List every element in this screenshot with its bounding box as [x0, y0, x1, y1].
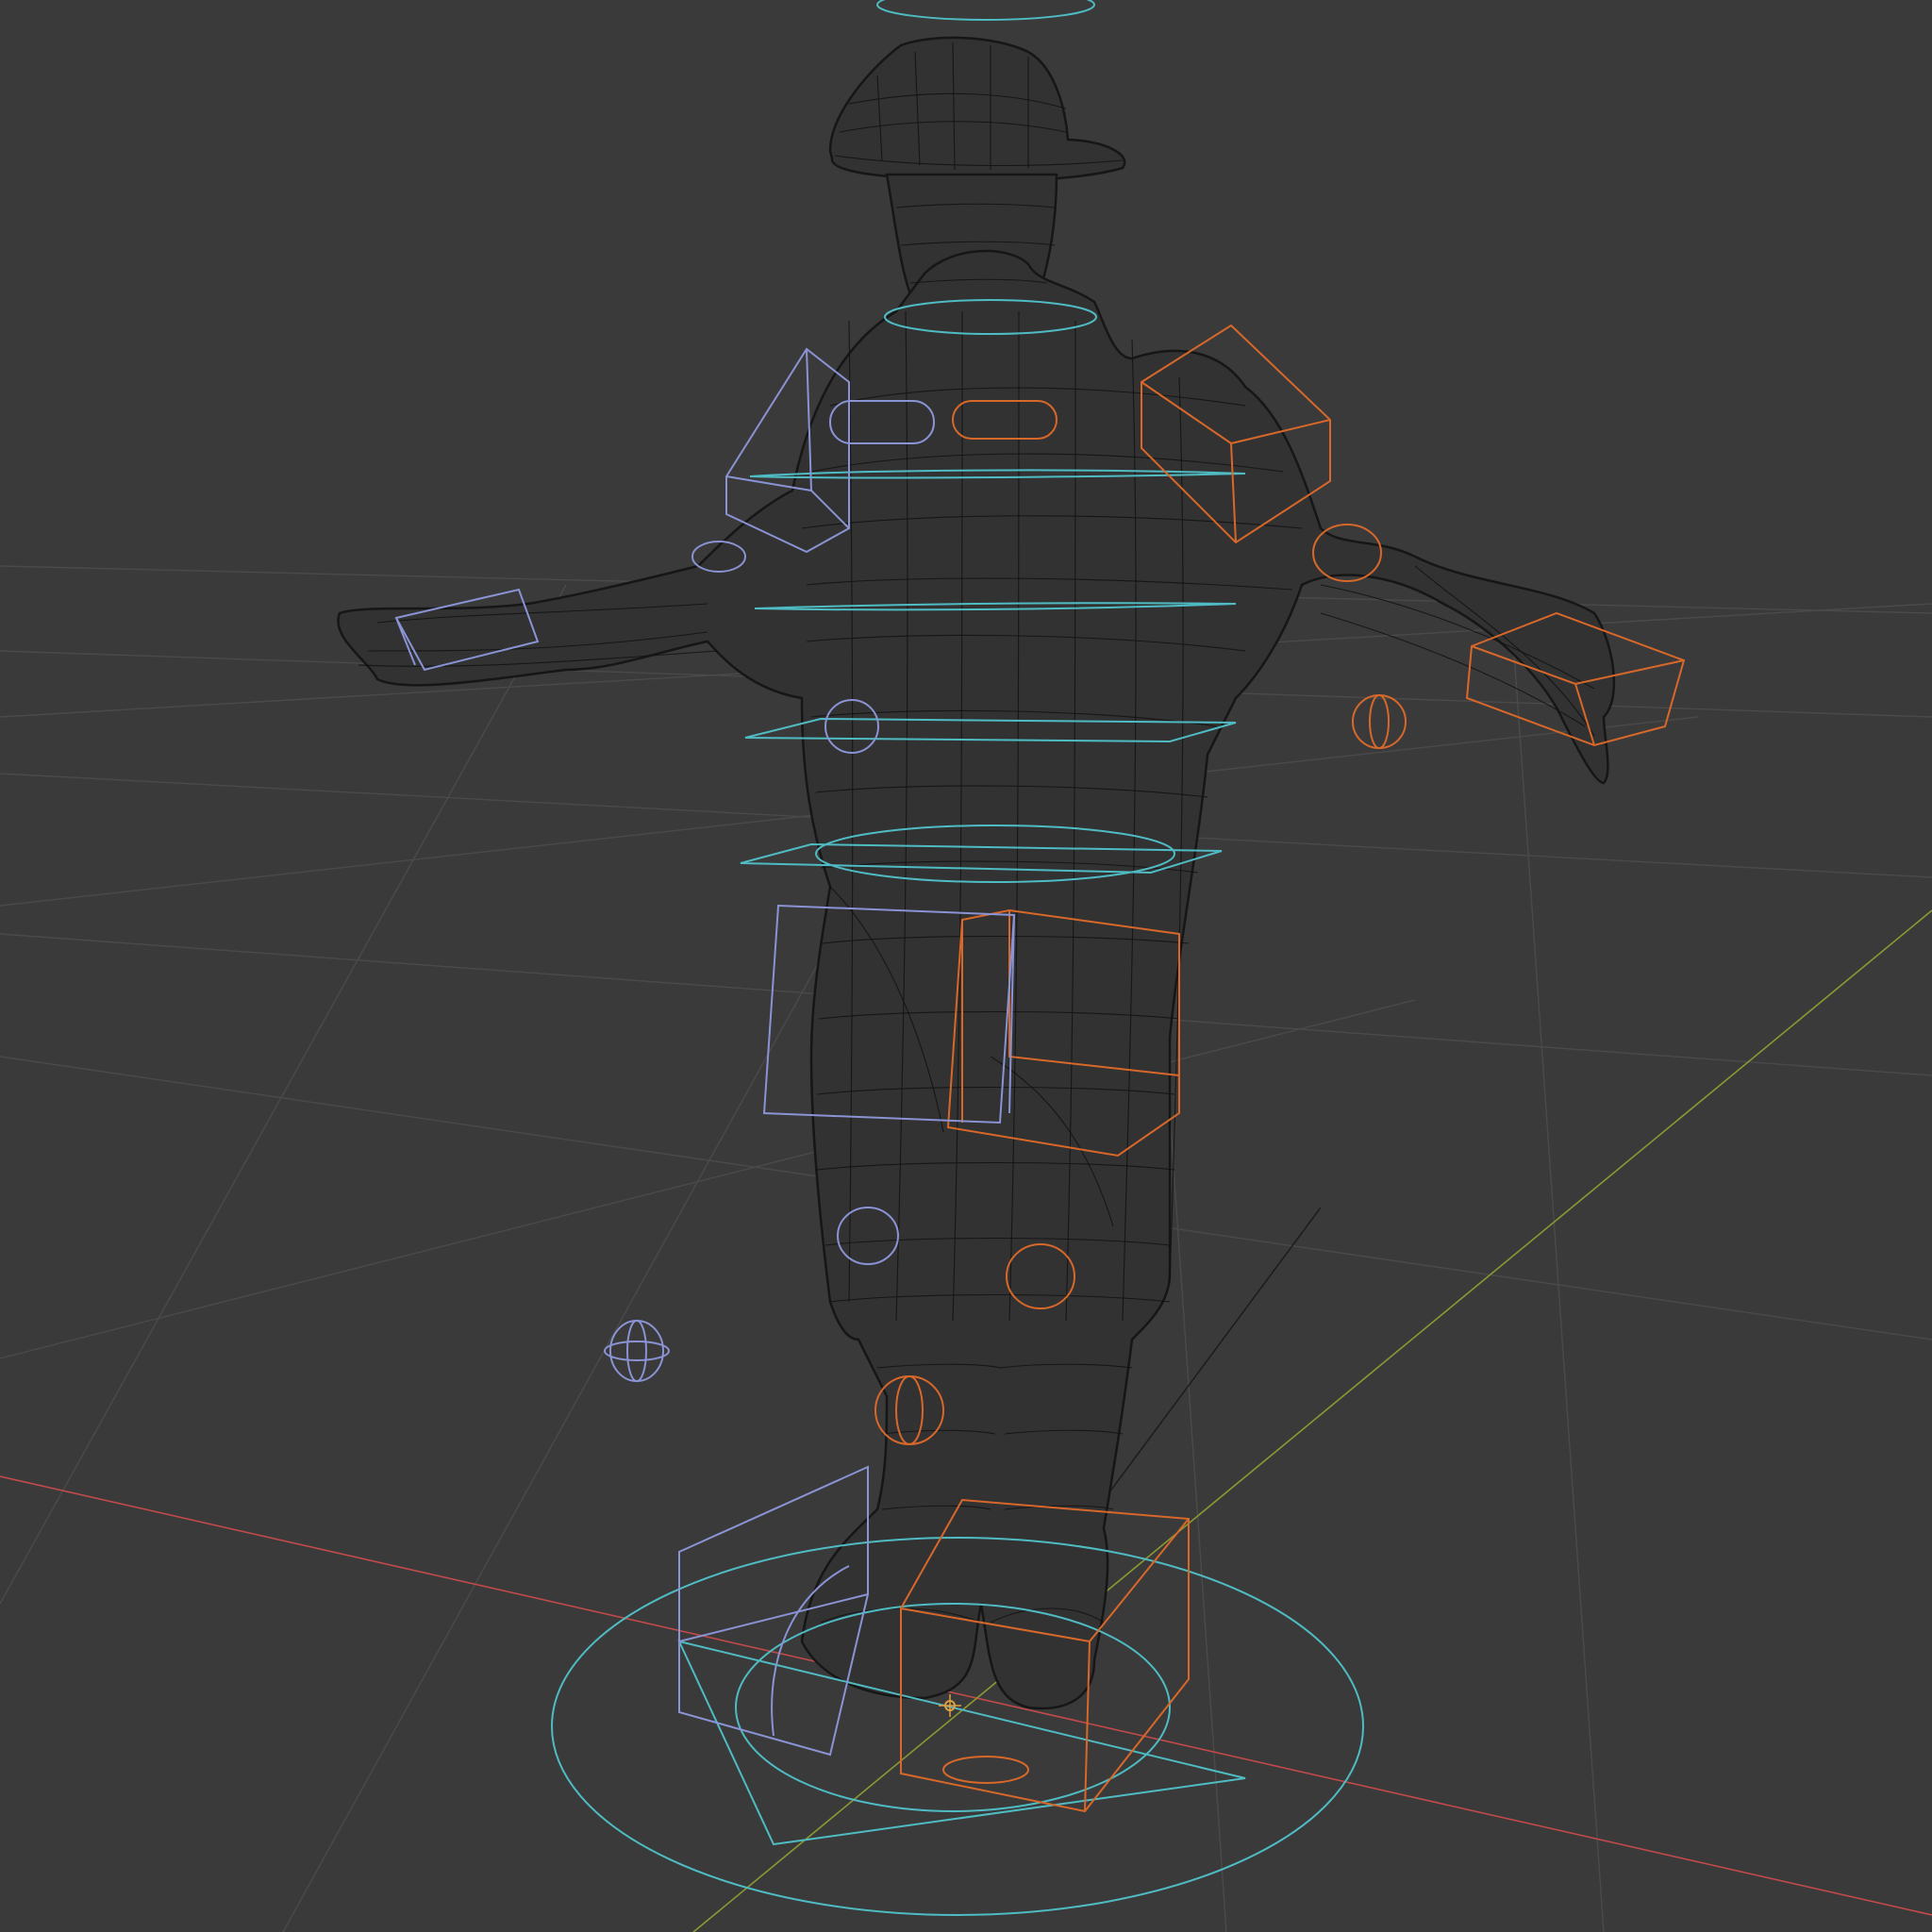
left-knee-pole-control[interactable] — [609, 1320, 664, 1382]
left-knee-pole-belt — [604, 1341, 670, 1361]
character-mesh[interactable] — [337, 36, 1616, 1710]
left-knee-pole-ring — [626, 1320, 647, 1382]
3d-viewport[interactable] — [0, 0, 1932, 1932]
head-top-control[interactable] — [876, 0, 1095, 21]
right-arm-pole-control[interactable] — [1352, 694, 1407, 749]
right-arm-pole-ring — [1369, 694, 1390, 749]
hat-mesh[interactable] — [828, 36, 1126, 183]
right-heel-control[interactable] — [942, 1756, 1029, 1784]
viewport-canvas[interactable] — [0, 0, 1932, 1932]
